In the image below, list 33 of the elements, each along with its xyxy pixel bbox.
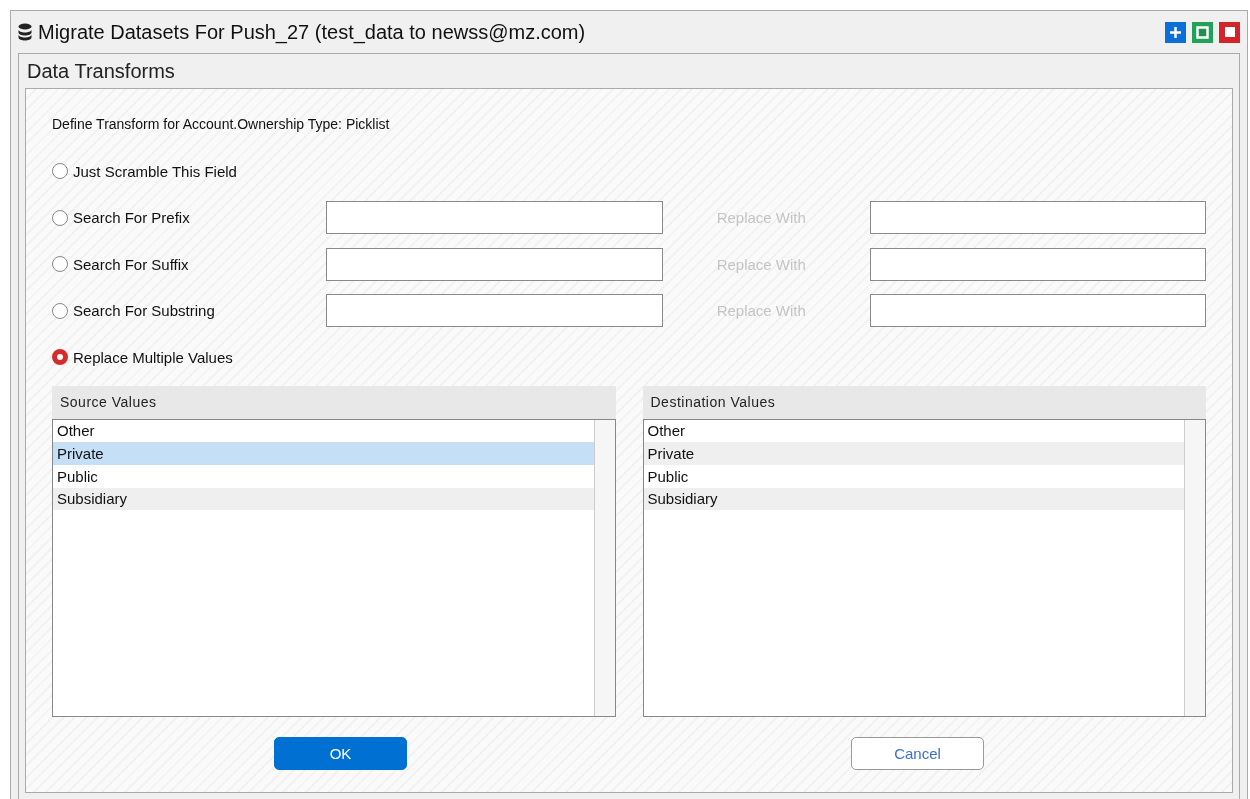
radio-icon[interactable] [52, 209, 68, 226]
radio-icon[interactable] [52, 302, 68, 319]
plus-icon[interactable] [1165, 21, 1186, 43]
list-item[interactable]: Subsidiary [643, 487, 1184, 511]
ok-button[interactable]: OK [274, 736, 407, 770]
radio-option[interactable]: Search For Prefix [52, 209, 327, 226]
radio-option[interactable]: Just Scramble This Field [52, 162, 328, 180]
list-header: Source Values [52, 385, 616, 419]
replace-field[interactable] [869, 247, 1206, 281]
search-field[interactable] [326, 201, 663, 234]
list-item[interactable]: Subsidiary [53, 487, 594, 511]
close-icon[interactable] [1219, 21, 1240, 43]
search-field[interactable] [326, 294, 663, 327]
replace-field[interactable] [869, 201, 1206, 234]
radio-icon[interactable] [52, 163, 68, 179]
scrollbar[interactable] [1184, 419, 1205, 716]
radio-option[interactable]: Replace Multiple Values [52, 348, 328, 366]
transform-heading: Define Transform for Account.Ownership Type: Picklist [52, 115, 391, 134]
list-item[interactable]: Private [53, 442, 594, 465]
radio-icon[interactable] [52, 256, 68, 272]
cancel-button[interactable]: Cancel [851, 736, 984, 770]
database-icon [18, 23, 32, 41]
panel-title: Data Transforms [26, 58, 176, 84]
search-field[interactable] [326, 247, 663, 281]
radio-option[interactable]: Search For Substring [52, 302, 327, 319]
scrollbar[interactable] [593, 419, 615, 716]
radio-option[interactable]: Search For Suffix [52, 255, 327, 273]
list-header: Destination Values [642, 385, 1206, 419]
maximize-icon[interactable] [1192, 21, 1213, 43]
window-title: Migrate Datasets For Push_27 (test_data to newss@mz.com) [38, 20, 587, 44]
list-item[interactable]: Private [643, 442, 1184, 465]
replace-field[interactable] [869, 294, 1206, 327]
radio-icon[interactable] [52, 349, 68, 365]
